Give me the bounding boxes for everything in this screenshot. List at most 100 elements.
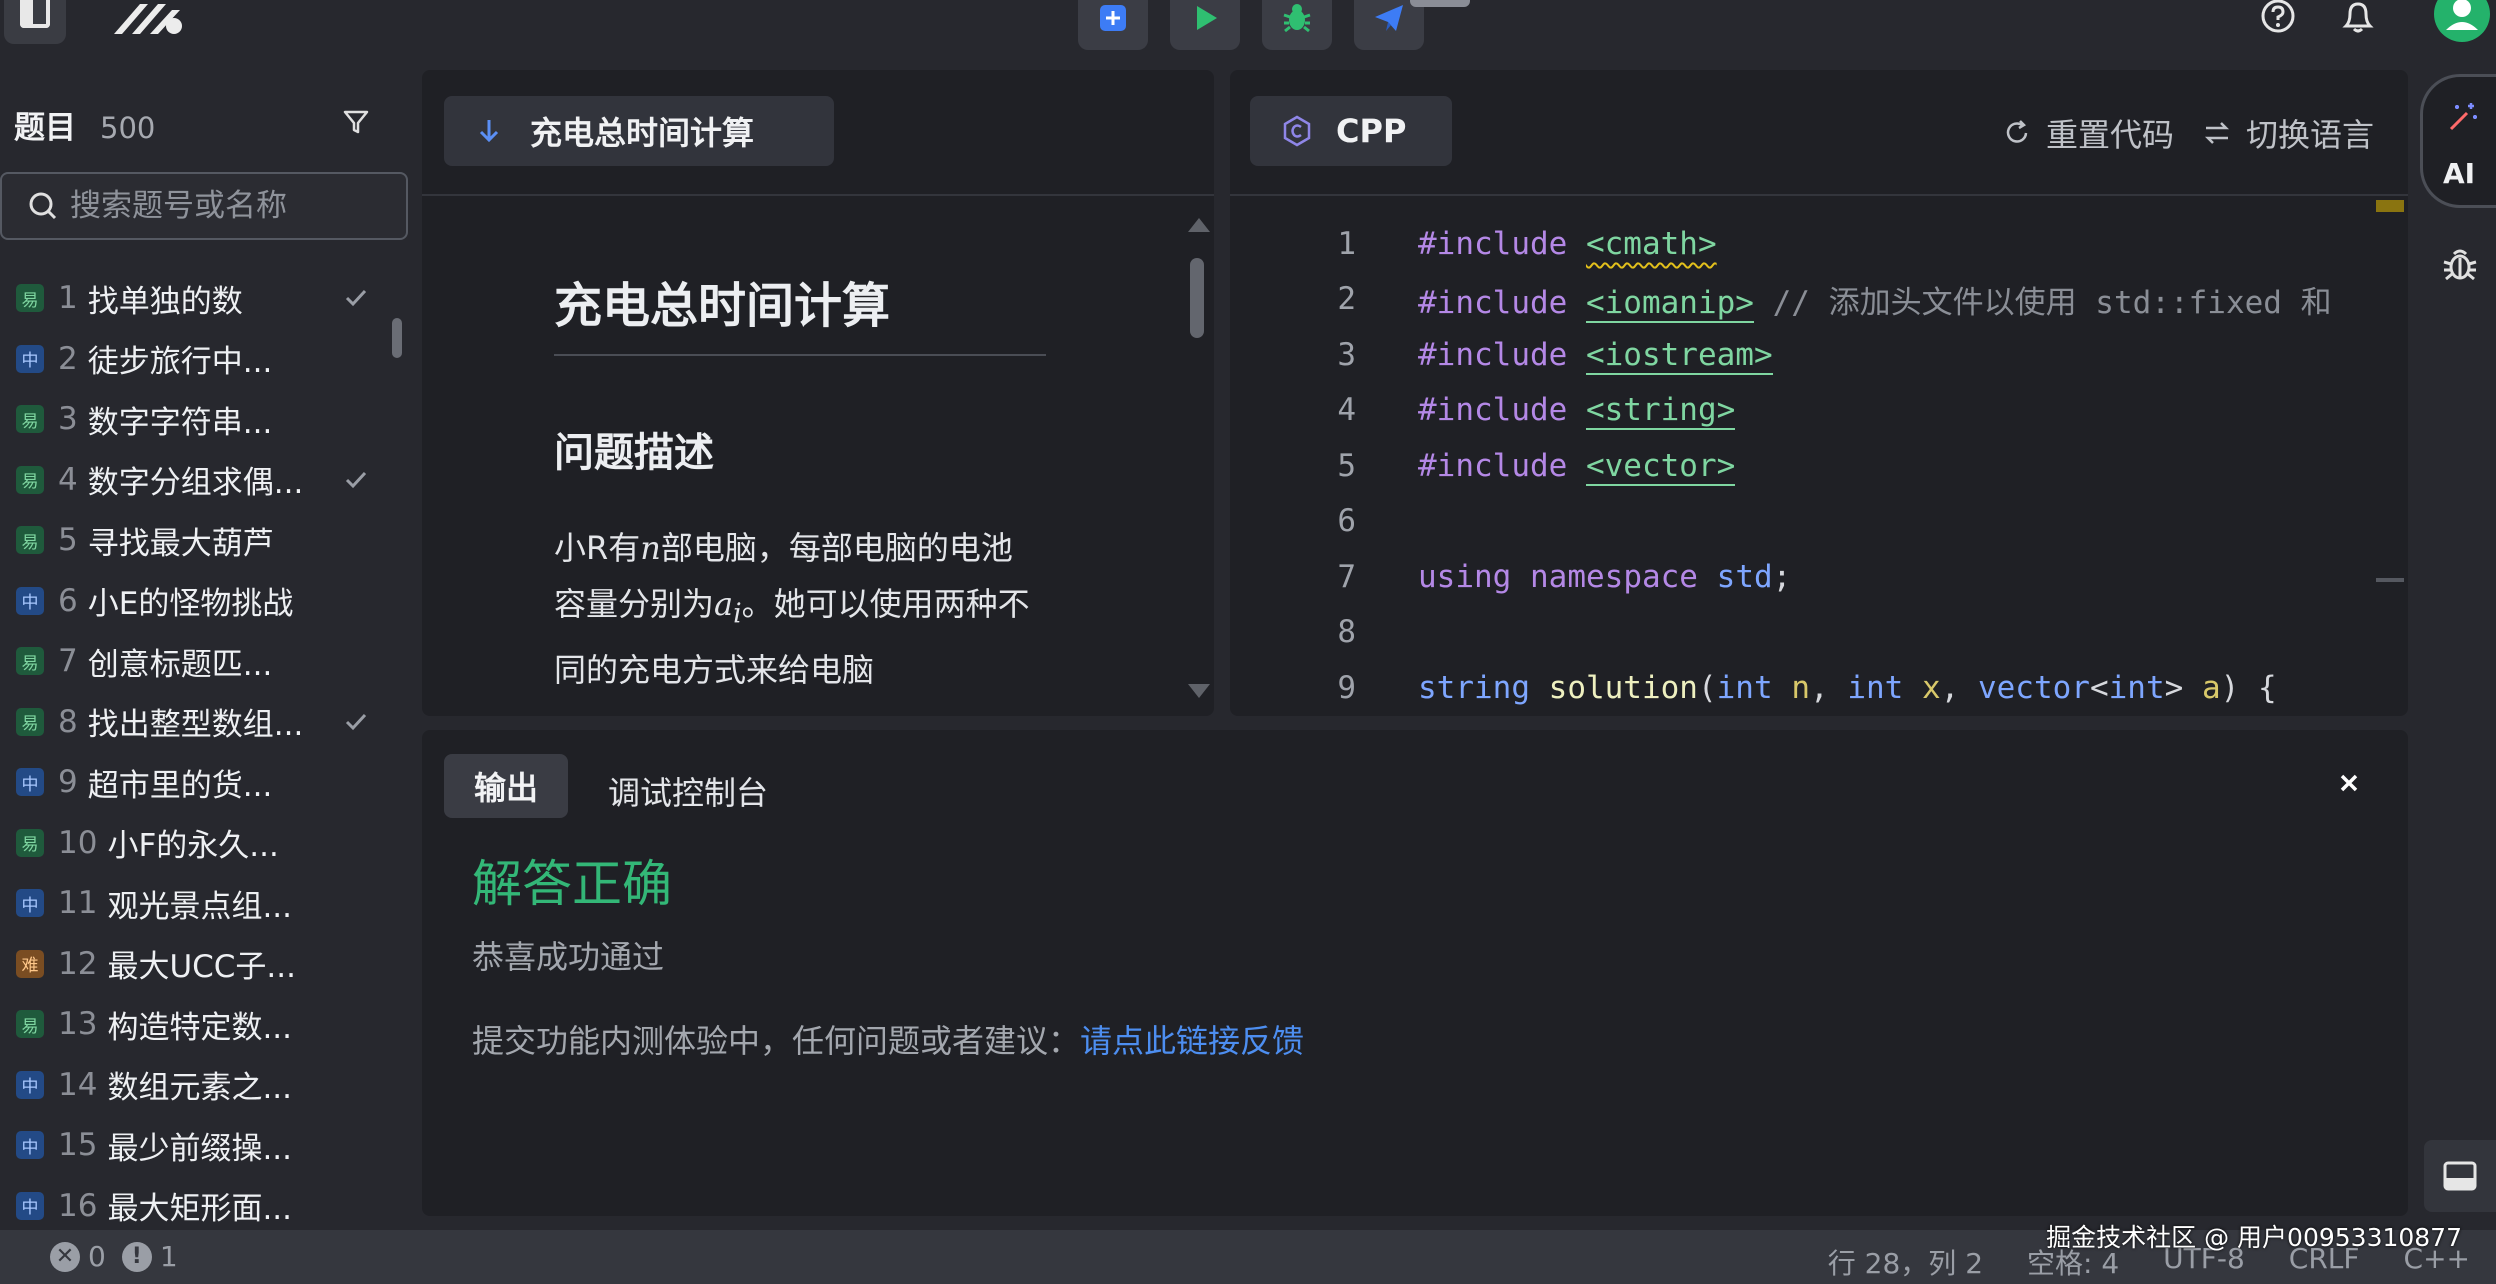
difficulty-badge: 中 <box>16 586 44 615</box>
difficulty-badge: 中 <box>16 1191 44 1220</box>
output-panel: 输出 调试控制台 解答正确 恭喜成功通过 提交功能内测体验中，任何问题或者建议：… <box>422 730 2408 1216</box>
problem-name: 最少前缀操... <box>107 1130 293 1167</box>
problem-number: 5 <box>58 522 78 559</box>
language-label: CPP <box>1336 112 1407 150</box>
bug-icon[interactable] <box>2440 244 2480 284</box>
problem-scrollbar[interactable] <box>1188 218 1210 698</box>
problem-list-item[interactable]: 中 11 观光景点组... <box>0 873 410 934</box>
problem-name: 小E的怪物挑战 <box>87 586 294 623</box>
toggle-panel-button[interactable] <box>2424 1140 2496 1212</box>
problem-tab-label: 充电总时间计算 <box>530 114 755 152</box>
problem-list-item[interactable]: 易 8 找出整型数组... <box>0 692 410 753</box>
problem-name: 构造特定数... <box>107 1009 293 1046</box>
feedback-link[interactable]: 请点此链接反馈 <box>1080 1022 1304 1060</box>
problem-panel: 充电总时间计算 充电总时间计算 问题描述 小R有n部电脑，每部电脑的电池容量分别… <box>422 70 1214 716</box>
problem-name: 最大UCC子... <box>107 949 296 986</box>
scroll-up-icon[interactable] <box>1188 218 1210 232</box>
editor-tab-bar: CPP 重置代码 切换语言 <box>1230 70 2408 196</box>
code-line: 2 #include <iomanip> // 添加头文件以使用 std::fix… <box>1337 281 2332 323</box>
problem-name: 数字分组求偶... <box>87 465 304 502</box>
problem-list-item[interactable]: 难 12 最大UCC子... <box>0 934 410 995</box>
search-input[interactable] <box>70 188 390 224</box>
cpp-icon <box>1283 115 1311 147</box>
difficulty-badge: 中 <box>16 344 44 373</box>
problem-list-item[interactable]: 易 5 寻找最大葫芦 <box>0 510 410 571</box>
code-area[interactable]: 1 #include <cmath> 2 #include <iomanip> //… <box>1230 216 2380 716</box>
problems-indicator[interactable]: ✕ 0 ! 1 <box>50 1240 178 1273</box>
reset-code-button[interactable]: 重置代码 <box>2002 110 2174 156</box>
problem-name: 超市里的货... <box>87 767 273 804</box>
problem-list-item[interactable]: 易 1 找单独的数 <box>0 268 410 329</box>
overview-ruler-cursor <box>2376 578 2404 582</box>
problem-list-item[interactable]: 易 7 创意标题匹... <box>0 631 410 692</box>
problem-number: 6 <box>58 582 78 619</box>
problem-title: 充电总时间计算 <box>554 266 1046 356</box>
run-button[interactable] <box>1170 0 1240 50</box>
help-icon[interactable] <box>2258 0 2298 34</box>
switch-language-button[interactable]: 切换语言 <box>2202 110 2374 156</box>
feedback-notice: 提交功能内测体验中，任何问题或者建议：请点此链接反馈 <box>472 1016 1304 1062</box>
top-bar <box>0 0 2496 60</box>
problem-name: 最大矩形面... <box>107 1191 293 1228</box>
difficulty-badge: 易 <box>16 647 44 676</box>
difficulty-badge: 易 <box>16 405 44 434</box>
problem-search-box[interactable] <box>0 172 408 240</box>
problem-number: 11 <box>58 885 98 922</box>
problem-list-item[interactable]: 易 3 数字字符串... <box>0 389 410 450</box>
bell-icon[interactable] <box>2338 0 2378 34</box>
scroll-down-icon[interactable] <box>1188 684 1210 698</box>
problem-list-item[interactable]: 中 6 小E的怪物挑战 <box>0 571 410 632</box>
problem-tab-bar: 充电总时间计算 <box>422 70 1214 196</box>
check-icon <box>345 290 367 307</box>
code-line: 1 #include <cmath> <box>1337 225 1717 262</box>
check-icon <box>345 713 367 730</box>
difficulty-badge: 中 <box>16 768 44 797</box>
problem-list-item[interactable]: 中 16 最大矩形面... <box>0 1176 410 1237</box>
ai-label: AI <box>2443 157 2476 190</box>
problem-number: 8 <box>58 703 78 740</box>
problem-tab[interactable]: 充电总时间计算 <box>444 96 834 166</box>
code-line: 9 string solution(int n, int x, vector<in… <box>1337 669 2277 706</box>
problem-number: 12 <box>58 945 98 982</box>
panel-bottom-icon <box>2443 1161 2477 1191</box>
language-tab[interactable]: CPP <box>1250 96 1452 166</box>
check-icon <box>345 471 367 488</box>
problem-name: 观光景点组... <box>107 888 293 925</box>
add-button[interactable] <box>1078 0 1148 50</box>
cursor-position[interactable]: 行 28，列 2 <box>1828 1242 1983 1282</box>
avatar[interactable] <box>2434 0 2490 44</box>
close-icon[interactable] <box>2334 768 2364 798</box>
debug-button[interactable] <box>1262 0 1332 50</box>
result-status: 解答正确 <box>472 855 672 913</box>
tab-debug-console[interactable]: 调试控制台 <box>608 768 768 814</box>
scroll-thumb[interactable] <box>1190 258 1204 338</box>
problem-list-item[interactable]: 易 4 数字分组求偶... <box>0 450 410 511</box>
tab-output[interactable]: 输出 <box>444 754 568 818</box>
problem-number: 10 <box>58 824 98 861</box>
problem-name: 创意标题匹... <box>87 646 273 683</box>
code-line: 3 #include <iostream> <box>1337 336 1773 375</box>
submit-button[interactable] <box>1354 0 1424 50</box>
error-count: 0 <box>88 1240 106 1273</box>
problem-list-item[interactable]: 易 13 构造特定数... <box>0 994 410 1055</box>
problem-paragraph: 小R有n部电脑，每部电脑的电池容量分别为ai。她可以使用两种不同的充电方式来给电… <box>554 529 1030 690</box>
debug-icon <box>1283 4 1311 33</box>
sidebar-toggle-icon <box>20 0 50 28</box>
sidebar-toggle-button[interactable] <box>4 0 66 44</box>
code-line: 8 <box>1337 614 1356 651</box>
ai-assistant-button[interactable]: AI <box>2420 74 2496 208</box>
problem-list-item[interactable]: 中 15 最少前缀操... <box>0 1115 410 1176</box>
code-editor-panel: CPP 重置代码 切换语言 1 #include <cmath> 2 #includ… <box>1230 70 2408 716</box>
problem-number: 16 <box>58 1187 98 1224</box>
problem-list-item[interactable]: 中 14 数组元素之... <box>0 1055 410 1116</box>
problem-number: 7 <box>58 643 78 680</box>
sidebar-scrollbar[interactable] <box>392 318 402 358</box>
problem-name: 数字字符串... <box>87 404 273 441</box>
problem-list-item[interactable]: 易 10 小F的永久... <box>0 813 410 874</box>
problem-list-item[interactable]: 中 9 超市里的货... <box>0 752 410 813</box>
problem-number: 4 <box>58 461 78 498</box>
filter-icon[interactable] <box>340 106 372 138</box>
problem-list-item[interactable]: 中 2 徒步旅行中... <box>0 329 410 390</box>
feedback-text: 提交功能内测体验中，任何问题或者建议： <box>472 1022 1081 1060</box>
toolbar-actions <box>1078 0 1424 50</box>
